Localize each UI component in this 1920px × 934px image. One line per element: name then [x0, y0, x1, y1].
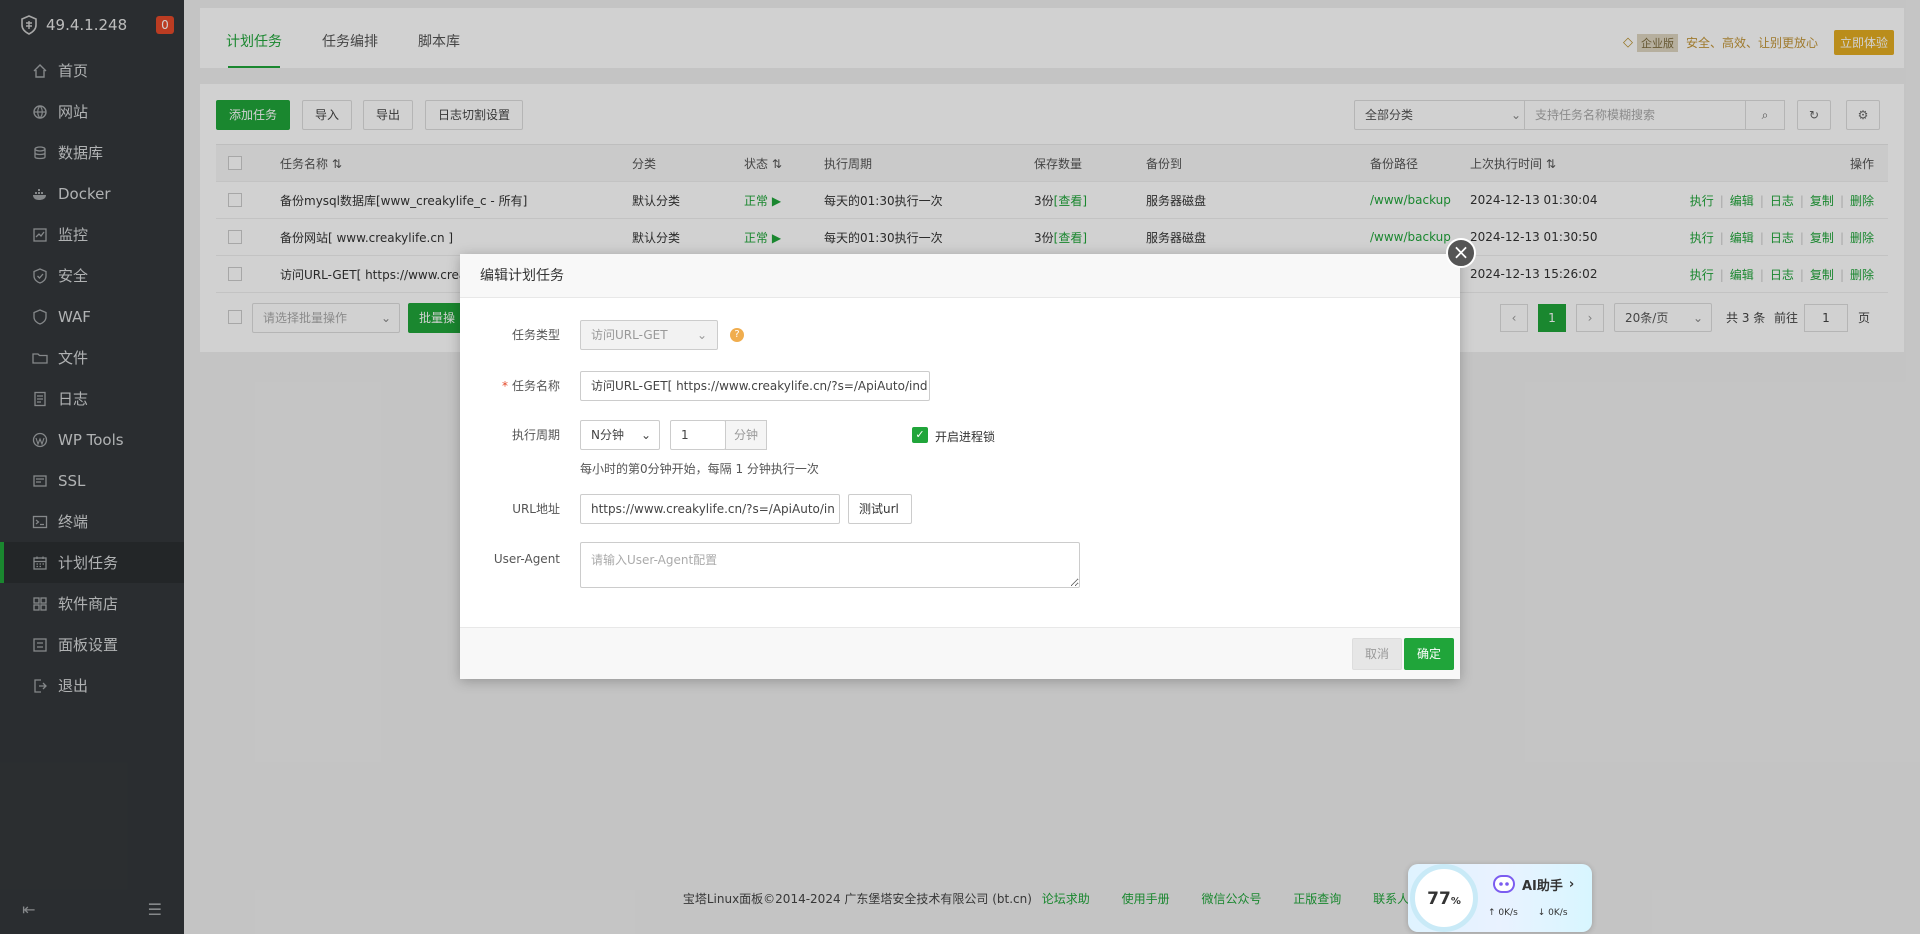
check-icon: ✓ — [915, 428, 925, 441]
close-dialog-button[interactable]: × — [1446, 238, 1476, 268]
ai-assistant-label: AI助手 — [1522, 878, 1563, 894]
load-percent-value: 77 — [1427, 889, 1451, 909]
upload-speed-value: 0K/s — [1498, 908, 1518, 918]
load-percent: 77% — [1415, 889, 1473, 909]
user-agent-label: User-Agent — [493, 552, 560, 566]
network-speed: ↑ 0K/s ↓ 0K/s — [1488, 908, 1588, 918]
url-input[interactable]: https://www.creakylife.cn/?s=/ApiAuto/in — [580, 494, 840, 524]
confirm-button[interactable]: 确定 — [1403, 638, 1454, 670]
close-icon: × — [1452, 240, 1470, 264]
chevron-down-icon: ⌄ — [640, 428, 651, 442]
required-mark: * — [501, 379, 508, 393]
ai-assistant-link[interactable]: AI助手 › — [1492, 874, 1574, 894]
process-lock-checkbox[interactable]: ✓ — [912, 427, 928, 443]
user-agent-textarea[interactable] — [580, 542, 1080, 588]
task-name-label-text: 任务名称 — [511, 379, 560, 393]
download-speed-value: 0K/s — [1548, 908, 1568, 918]
cycle-minutes-input[interactable]: 1 — [670, 420, 726, 450]
cycle-label: 执行周期 — [511, 428, 560, 442]
cycle-type-select[interactable]: N分钟 ⌄ — [580, 420, 660, 450]
download-speed: ↓ 0K/s — [1537, 908, 1568, 918]
url-label: URL地址 — [512, 502, 560, 516]
dialog-title: 编辑计划任务 — [460, 254, 1460, 298]
chevron-down-icon: ⌄ — [696, 328, 707, 342]
percent-unit: % — [1450, 896, 1461, 907]
task-type-value: 访问URL-GET — [591, 328, 668, 342]
robot-icon — [1493, 875, 1515, 893]
edit-cron-dialog: 编辑计划任务 × 任务类型 访问URL-GET ⌄ ? * 任务名称 访问URL-G… — [460, 238, 1476, 679]
task-name-input[interactable]: 访问URL-GET[ https://www.creakylife.cn/?s=… — [580, 371, 930, 401]
cycle-unit-label: 分钟 — [725, 420, 768, 450]
cycle-hint: 每小时的第0分钟开始，每隔 1 分钟执行一次 — [580, 462, 819, 476]
task-type-label: 任务类型 — [511, 328, 560, 342]
load-gauge: 77% — [1410, 864, 1478, 932]
task-name-label: * 任务名称 — [460, 371, 560, 401]
cancel-button[interactable]: 取消 — [1351, 638, 1402, 670]
ai-assistant-widget[interactable]: 77% AI助手 › ↑ 0K/s ↓ 0K/s — [1408, 864, 1592, 932]
task-type-select: 访问URL-GET ⌄ — [580, 320, 718, 350]
chevron-right-icon: › — [1568, 876, 1575, 892]
test-url-button[interactable]: 测试url — [848, 494, 912, 524]
cycle-type-value: N分钟 — [591, 428, 624, 442]
process-lock-label: 开启进程锁 — [935, 430, 996, 444]
help-icon[interactable]: ? — [730, 328, 744, 342]
upload-speed: ↑ 0K/s — [1488, 908, 1518, 918]
dialog-footer: 取消 确定 — [460, 627, 1460, 679]
